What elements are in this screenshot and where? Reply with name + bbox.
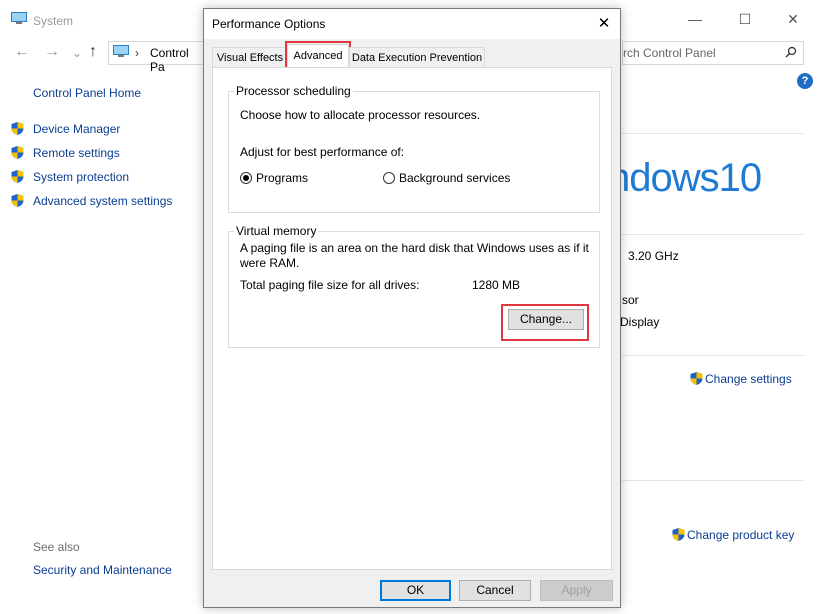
virtual-memory-description-line1: A paging file is an area on the hard dis… [240,241,589,255]
computer-icon [11,12,27,24]
breadcrumb-separator-icon: › [135,46,139,60]
minimize-button[interactable]: — [680,6,710,32]
change-product-key-link[interactable]: Change product key [687,528,794,542]
shield-icon [11,146,24,159]
sidebar-item-advanced-system-settings[interactable]: Advanced system settings [33,194,172,208]
up-arrow-icon[interactable]: ↑ [89,43,97,61]
divider [622,480,804,481]
window-title: System [33,14,74,28]
adjust-performance-label: Adjust for best performance of: [240,145,405,159]
change-button-highlight-box [501,304,589,341]
virtual-memory-description-line2: were RAM. [240,256,300,270]
background-services-radio[interactable] [383,172,395,184]
divider [622,234,804,235]
security-maintenance-link[interactable]: Security and Maintenance [33,563,172,577]
windows-10-logo: ndows10 [608,156,762,201]
windows-logo-number: 10 [718,156,762,200]
shield-icon [690,372,703,385]
windows-logo-text: ndows [608,156,720,200]
display-label: Display [620,315,660,329]
shield-icon [11,194,24,207]
tab-panel-advanced: Processor scheduling Choose how to alloc… [212,67,612,570]
performance-options-dialog: Performance Options ✕ Visual Effects Adv… [203,8,621,608]
close-window-button[interactable]: ✕ [778,6,808,32]
close-icon[interactable]: ✕ [594,15,614,33]
tab-data-execution-prevention[interactable]: Data Execution Prevention [349,47,485,67]
divider [622,133,804,134]
processor-scheduling-title: Processor scheduling [234,84,353,98]
total-paging-value: 1280 MB [472,278,521,292]
background-services-radio-label[interactable]: Background services [399,171,510,185]
sidebar-item-system-protection[interactable]: System protection [33,170,129,184]
shield-icon [672,528,685,541]
breadcrumb[interactable]: Control Pa [150,46,204,74]
dialog-title: Performance Options [212,17,326,31]
sidebar-item-remote-settings[interactable]: Remote settings [33,146,120,160]
back-arrow-icon[interactable]: ← [14,43,30,61]
address-bar[interactable]: › Control Pa [108,41,204,74]
programs-radio-label[interactable]: Programs [256,171,308,185]
cancel-button[interactable]: Cancel [459,580,531,601]
tab-highlight-box [285,41,351,70]
forward-arrow-icon[interactable]: → [44,43,60,61]
virtual-memory-title: Virtual memory [234,224,319,238]
shield-icon [11,170,24,183]
search-icon [785,46,797,58]
see-also-heading: See also [33,540,80,554]
search-input[interactable]: rch Control Panel [622,41,804,65]
maximize-button[interactable]: ☐ [730,6,760,32]
cpu-speed: 3.20 GHz [628,249,679,263]
total-paging-label: Total paging file size for all drives: [240,278,420,292]
help-icon[interactable]: ? [797,73,813,89]
ok-button[interactable]: OK [380,580,451,601]
tab-visual-effects[interactable]: Visual Effects [212,47,288,67]
sidebar-item-device-manager[interactable]: Device Manager [33,122,120,136]
programs-radio[interactable] [240,172,252,184]
dialog-titlebar[interactable]: Performance Options ✕ [204,9,620,39]
divider [622,355,804,356]
processor-label: sor [622,293,639,307]
change-settings-link[interactable]: Change settings [705,372,792,386]
control-panel-icon [113,45,129,57]
processor-scheduling-description: Choose how to allocate processor resourc… [240,108,481,122]
shield-icon [11,122,24,135]
search-placeholder: rch Control Panel [623,46,716,60]
recent-dropdown-icon[interactable]: ⌄ [72,46,82,60]
sidebar-home-link[interactable]: Control Panel Home [33,86,141,100]
apply-button[interactable]: Apply [540,580,613,601]
